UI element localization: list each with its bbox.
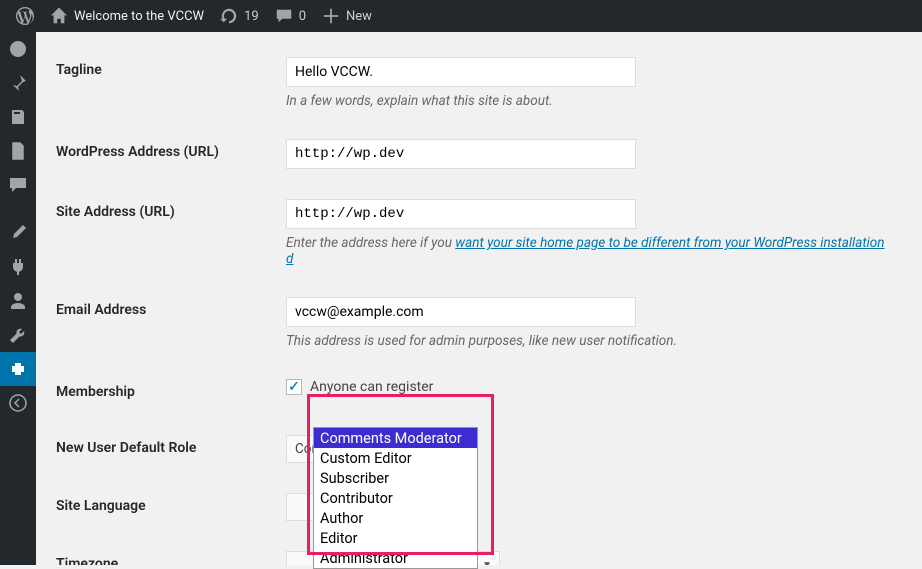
settings-icon (8, 359, 28, 379)
updates-icon (220, 7, 238, 25)
dashboard-icon (8, 39, 28, 59)
timezone-label: Timezone (56, 556, 118, 565)
siteaddress-desc: Enter the address here if you want your … (286, 235, 892, 267)
media-icon (8, 107, 28, 127)
site-name-link[interactable]: Welcome to the VCCW (42, 0, 212, 32)
new-label: New (346, 9, 372, 24)
email-desc: This address is used for admin purposes,… (286, 333, 892, 349)
site-name-text: Welcome to the VCCW (74, 9, 204, 24)
new-content-link[interactable]: New (314, 0, 380, 32)
plus-icon (322, 7, 340, 25)
menu-comments[interactable] (0, 168, 36, 202)
defaultrole-option[interactable]: Contributor (314, 488, 477, 508)
pages-icon (8, 141, 28, 161)
menu-collapse[interactable] (0, 386, 36, 420)
content-area: Tagline In a few words, explain what thi… (36, 32, 922, 565)
collapse-icon (8, 393, 28, 413)
plugins-icon (8, 257, 28, 277)
users-icon (8, 291, 28, 311)
menu-posts[interactable] (0, 66, 36, 100)
adminbar: Welcome to the VCCW 19 0 New (0, 0, 922, 32)
tools-icon (8, 325, 28, 345)
defaultrole-label: New User Default Role (56, 440, 196, 456)
defaultrole-option[interactable]: Comments Moderator (314, 428, 477, 448)
comments-link[interactable]: 0 (267, 0, 314, 32)
menu-users[interactable] (0, 284, 36, 318)
pin-icon (8, 73, 28, 93)
sitelanguage-label: Site Language (56, 498, 146, 514)
membership-label: Membership (56, 384, 135, 400)
menu-pages[interactable] (0, 134, 36, 168)
defaultrole-option[interactable]: Editor (314, 528, 477, 548)
defaultrole-option[interactable]: Subscriber (314, 468, 477, 488)
defaultrole-dropdown[interactable]: Comments ModeratorCustom EditorSubscribe… (313, 427, 478, 569)
admin-sidebar (0, 32, 36, 565)
menu-tools[interactable] (0, 318, 36, 352)
email-input[interactable] (286, 297, 636, 327)
settings-form-table: Tagline In a few words, explain what thi… (56, 42, 902, 565)
tagline-input[interactable] (286, 57, 636, 87)
siteaddress-input[interactable] (286, 199, 636, 229)
home-icon (50, 7, 68, 25)
menu-appearance[interactable] (0, 216, 36, 250)
comment-icon (8, 175, 28, 195)
membership-checkbox[interactable]: ✓ (286, 379, 302, 395)
comments-icon (275, 7, 293, 25)
wpaddress-label: WordPress Address (URL) (56, 144, 219, 160)
chevron-down-icon: ▼ (482, 560, 492, 566)
siteaddress-label: Site Address (URL) (56, 204, 175, 220)
tagline-label: Tagline (56, 62, 102, 78)
wordpress-icon (16, 7, 34, 25)
membership-checkbox-label[interactable]: ✓ Anyone can register (286, 379, 892, 395)
email-label: Email Address (56, 302, 146, 318)
appearance-icon (8, 223, 28, 243)
updates-count: 19 (244, 9, 259, 24)
defaultrole-option[interactable]: Author (314, 508, 477, 528)
defaultrole-option[interactable]: Administrator (314, 548, 477, 568)
defaultrole-option[interactable]: Custom Editor (314, 448, 477, 468)
menu-settings[interactable] (0, 352, 36, 386)
wp-logo[interactable] (8, 0, 42, 32)
wpaddress-input[interactable] (286, 139, 636, 169)
menu-dashboard[interactable] (0, 32, 36, 66)
comments-count: 0 (299, 9, 306, 24)
tagline-desc: In a few words, explain what this site i… (286, 93, 892, 109)
menu-plugins[interactable] (0, 250, 36, 284)
menu-media[interactable] (0, 100, 36, 134)
updates-link[interactable]: 19 (212, 0, 267, 32)
membership-checkbox-text: Anyone can register (310, 379, 433, 395)
